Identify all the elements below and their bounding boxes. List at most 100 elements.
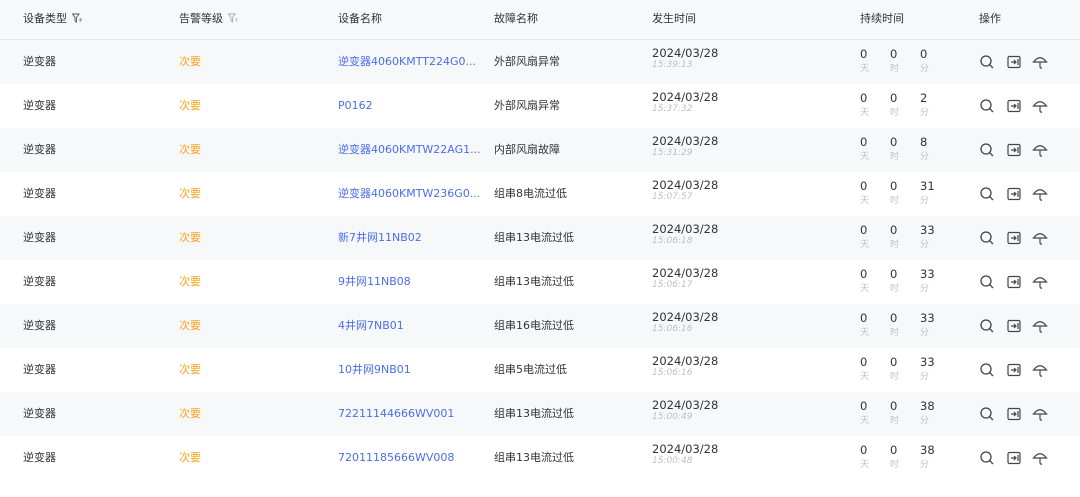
duration-days-unit: 天 <box>860 152 870 162</box>
duration-days-value: 0 <box>860 179 868 193</box>
device-type: 逆变器 <box>23 451 56 464</box>
export-icon[interactable] <box>1006 362 1022 378</box>
fault-name: 组串5电流过低 <box>494 363 567 376</box>
occur-date: 2024/03/28 <box>652 46 719 60</box>
umbrella-icon[interactable] <box>1032 98 1048 114</box>
umbrella-icon[interactable] <box>1032 450 1048 466</box>
duration-hours-value: 0 <box>890 135 898 149</box>
device-name-link[interactable]: 10井网9NB01 <box>338 348 411 392</box>
search-icon[interactable] <box>979 142 995 158</box>
duration-days-value: 0 <box>860 47 868 61</box>
table-row: 逆变器 次要 9井网11NB08 组串13电流过低 2024/03/28 15:06:17… <box>0 260 1080 304</box>
export-icon[interactable] <box>1006 230 1022 246</box>
device-name-link[interactable]: 新7井网11NB02 <box>338 216 422 260</box>
device-type: 逆变器 <box>23 231 56 244</box>
umbrella-icon[interactable] <box>1032 186 1048 202</box>
duration-minutes-value: 2 <box>920 91 928 105</box>
search-icon[interactable] <box>979 186 995 202</box>
duration-hours-value: 0 <box>890 47 898 61</box>
duration-hours-value: 0 <box>890 223 898 237</box>
umbrella-icon[interactable] <box>1032 406 1048 422</box>
umbrella-icon[interactable] <box>1032 54 1048 70</box>
duration-hours-value: 0 <box>890 399 898 413</box>
export-icon[interactable] <box>1006 142 1022 158</box>
duration-minutes-unit: 分 <box>920 416 930 426</box>
duration-minutes-unit: 分 <box>920 284 930 294</box>
device-name-link[interactable]: 72011185666WV008 <box>338 436 454 480</box>
duration-minutes-value: 33 <box>920 223 935 237</box>
search-icon[interactable] <box>979 274 995 290</box>
umbrella-icon[interactable] <box>1032 362 1048 378</box>
export-icon[interactable] <box>1006 274 1022 290</box>
duration-hours-unit: 时 <box>890 108 900 118</box>
search-icon[interactable] <box>979 450 995 466</box>
device-name-link[interactable]: 逆变器4060KMTT224G0... <box>338 40 476 84</box>
duration-minutes-unit: 分 <box>920 152 930 162</box>
device-type: 逆变器 <box>23 55 56 68</box>
column-label: 告警等级 <box>179 12 223 25</box>
column-header-alarm-level[interactable]: 告警等级 <box>179 0 238 40</box>
occur-clock: 15:39:13 <box>652 60 693 70</box>
search-icon[interactable] <box>979 230 995 246</box>
device-name-link[interactable]: 4井网7NB01 <box>338 304 404 348</box>
umbrella-icon[interactable] <box>1032 230 1048 246</box>
device-name-link[interactable]: 逆变器4060KMTW22AG1... <box>338 128 481 172</box>
occur-date: 2024/03/28 <box>652 222 719 236</box>
device-name-link[interactable]: 9井网11NB08 <box>338 260 411 304</box>
fault-name: 内部风扇故障 <box>494 143 560 156</box>
duration-days-value: 0 <box>860 267 868 281</box>
occur-clock: 15:06:18 <box>652 236 693 246</box>
column-header-device-type[interactable]: 设备类型 <box>23 0 82 40</box>
search-icon[interactable] <box>979 318 995 334</box>
alarm-level: 次要 <box>179 55 201 68</box>
export-icon[interactable] <box>1006 186 1022 202</box>
duration-hours-unit: 时 <box>890 240 900 250</box>
device-type: 逆变器 <box>23 143 56 156</box>
occur-clock: 15:31:29 <box>652 148 693 158</box>
duration-hours-unit: 时 <box>890 460 900 470</box>
device-name-link[interactable]: 逆变器4060KMTW236G0... <box>338 172 480 216</box>
filter-icon[interactable] <box>228 13 238 23</box>
device-name-link[interactable]: 72211144666WV001 <box>338 392 454 436</box>
table-row: 逆变器 次要 逆变器4060KMTT224G0... 外部风扇异常 2024/03/28… <box>0 40 1080 84</box>
filter-icon[interactable] <box>72 13 82 23</box>
occur-clock: 15:06:17 <box>652 280 693 290</box>
duration-minutes-value: 0 <box>920 47 928 61</box>
table-row: 逆变器 次要 10井网9NB01 组串5电流过低 2024/03/28 15:06:16 0… <box>0 348 1080 392</box>
fault-name: 外部风扇异常 <box>494 55 560 68</box>
duration-minutes-value: 33 <box>920 311 935 325</box>
search-icon[interactable] <box>979 98 995 114</box>
table-row: 逆变器 次要 4井网7NB01 组串16电流过低 2024/03/28 15:06:16 0… <box>0 304 1080 348</box>
duration-hours-value: 0 <box>890 267 898 281</box>
umbrella-icon[interactable] <box>1032 142 1048 158</box>
device-name-link[interactable]: P0162 <box>338 84 373 128</box>
export-icon[interactable] <box>1006 98 1022 114</box>
duration-days-value: 0 <box>860 355 868 369</box>
duration-days-unit: 天 <box>860 328 870 338</box>
duration-minutes-value: 33 <box>920 267 935 281</box>
duration-minutes-value: 31 <box>920 179 935 193</box>
search-icon[interactable] <box>979 406 995 422</box>
umbrella-icon[interactable] <box>1032 274 1048 290</box>
umbrella-icon[interactable] <box>1032 318 1048 334</box>
search-icon[interactable] <box>979 362 995 378</box>
device-type: 逆变器 <box>23 99 56 112</box>
duration-minutes-unit: 分 <box>920 328 930 338</box>
export-icon[interactable] <box>1006 318 1022 334</box>
duration-days-unit: 天 <box>860 240 870 250</box>
export-icon[interactable] <box>1006 450 1022 466</box>
alarm-level: 次要 <box>179 363 201 376</box>
occur-date: 2024/03/28 <box>652 178 719 192</box>
occur-clock: 15:00:48 <box>652 456 693 466</box>
table-header: 设备类型 告警等级 设备名称 故障名称 发生时间 持续时间 操作 <box>0 0 1080 40</box>
fault-name: 组串13电流过低 <box>494 275 574 288</box>
duration-hours-value: 0 <box>890 179 898 193</box>
occur-clock: 15:00:49 <box>652 412 693 422</box>
occur-date: 2024/03/28 <box>652 266 719 280</box>
duration-days-value: 0 <box>860 91 868 105</box>
device-type: 逆变器 <box>23 363 56 376</box>
table-row: 逆变器 次要 逆变器4060KMTW236G0... 组串8电流过低 2024/03/2… <box>0 172 1080 216</box>
search-icon[interactable] <box>979 54 995 70</box>
export-icon[interactable] <box>1006 54 1022 70</box>
export-icon[interactable] <box>1006 406 1022 422</box>
